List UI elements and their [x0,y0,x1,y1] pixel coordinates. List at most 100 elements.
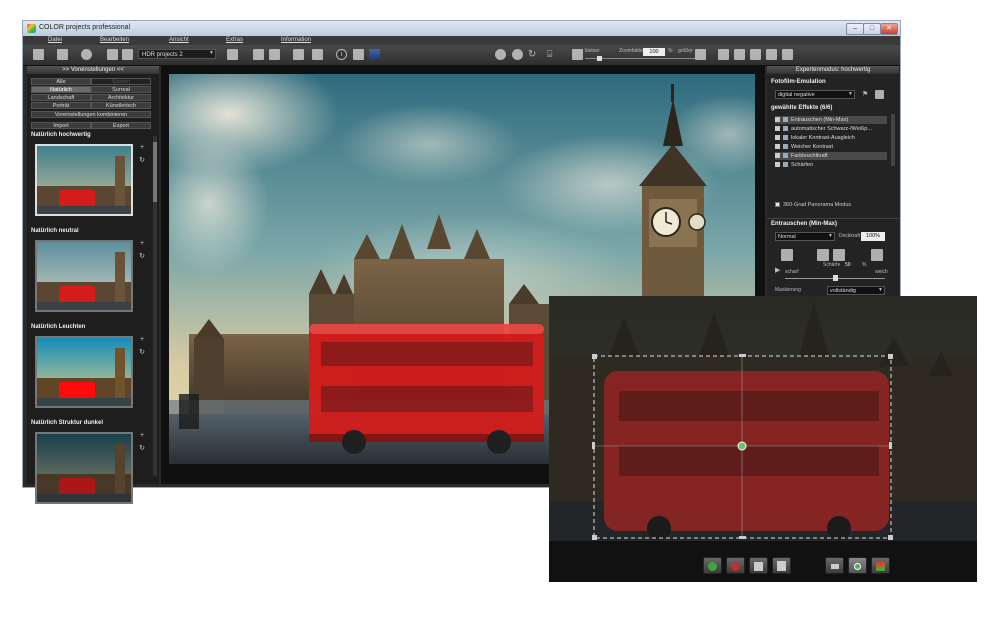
effect-row[interactable]: Entrauschen (Min-Max) [775,116,887,124]
eye-icon[interactable] [495,49,506,60]
export-icon[interactable] [122,49,133,60]
film-select[interactable]: digital negative [775,90,855,99]
menu-ansicht[interactable]: Ansicht [169,37,189,43]
loupe-icon[interactable] [512,49,523,60]
category-szenen[interactable]: Szenen [91,78,151,85]
fit-icon[interactable] [718,49,729,60]
refresh-preset-icon[interactable]: ↻ [139,252,145,260]
add-mask-green-icon[interactable] [703,557,722,574]
camera-icon[interactable] [353,49,364,60]
add-preset-icon[interactable]: + [139,144,145,151]
effect-label: lokaler Kontrast-Ausgleich [791,135,855,141]
refresh-preset-icon[interactable]: ↻ [139,348,145,356]
presenter-icon[interactable] [766,49,777,60]
category-architektur[interactable]: Architektur [91,94,151,101]
menu-extras[interactable]: Extras [226,37,243,43]
checkbox-checked-icon[interactable] [775,153,780,159]
menu-datei[interactable]: Datei [48,37,62,43]
zoom-slider-thumb[interactable] [597,56,602,61]
menu-bearbeiten[interactable]: Bearbeiten [100,37,129,43]
save-icon[interactable] [107,49,118,60]
add-preset-icon[interactable]: + [139,336,145,343]
masking-label: Maskierung [775,287,801,293]
columns-icon[interactable] [312,49,323,60]
category-natuerlich[interactable]: Natürlich [31,86,91,93]
checkbox-checked-icon[interactable] [775,162,780,168]
preset-edit-icon[interactable] [227,49,238,60]
add-mask-red-icon[interactable] [726,557,745,574]
effect-label: Farbleuchtkraft [791,153,828,159]
masking-select[interactable]: vollständig [827,286,885,295]
add-preset-icon[interactable]: + [139,240,145,247]
refresh-preset-icon[interactable]: ↻ [139,156,145,164]
opacity-input[interactable]: 100% [861,232,885,241]
minimize-button[interactable]: – [846,23,864,35]
preset-thumbnail[interactable] [35,144,133,216]
histogram-icon[interactable] [369,49,380,60]
effect-icon [783,144,788,150]
preset-thumbnail[interactable] [35,240,133,312]
comment-icon[interactable] [782,49,793,60]
panorama-checkbox[interactable]: 360-Grad Panorama Modus [775,202,851,208]
mask-color-icon[interactable] [871,557,890,574]
refresh-preset-icon[interactable]: ↻ [139,444,145,452]
checkbox-checked-icon[interactable] [775,144,780,150]
preset-thumbnail[interactable] [35,336,133,408]
preset-thumbnail[interactable] [35,432,133,504]
import-button[interactable]: Import [31,122,91,129]
presets-panel: >> Voreinstellungen << Alle Szenen Natür… [27,66,159,504]
zoom-in-icon[interactable] [695,49,706,60]
category-landschaft[interactable]: Landschaft [31,94,91,101]
category-kuenstlerisch[interactable]: Künstlerisch [91,102,151,109]
panel-icon[interactable] [750,49,761,60]
checkbox-icon[interactable] [775,202,780,208]
play-icon[interactable]: ▶ [775,266,780,274]
layout-icon[interactable] [734,49,745,60]
effect-row[interactable]: Schärfen [775,161,887,169]
blend-mode-select[interactable]: Normal [775,232,835,241]
effect-row[interactable]: Weicher Kontrast [775,143,887,151]
checkbox-checked-icon[interactable] [775,126,780,132]
preset-title: Natürlich neutral [31,228,79,234]
mask-detail-view[interactable] [549,296,977,582]
export-button[interactable]: Export [91,122,151,129]
sharpness-slider-thumb[interactable] [833,275,838,281]
maximize-button[interactable]: □ [863,23,881,35]
close-button[interactable]: ✕ [880,23,898,35]
checkbox-checked-icon[interactable] [775,117,780,123]
palette-icon[interactable] [81,49,92,60]
checkbox-checked-icon[interactable] [775,135,780,141]
mask-clear-icon[interactable] [871,249,883,261]
effect-row[interactable]: lokaler Kontrast-Ausgleich [775,134,887,142]
zoom-out-icon[interactable] [572,49,583,60]
category-alle[interactable]: Alle [31,78,91,85]
crop-icon[interactable]: ⌸ [547,49,558,60]
mask-rect-icon[interactable] [825,557,844,574]
flag-icon[interactable]: ⚑ [862,90,871,99]
effect-row[interactable]: Farbleuchtkraft [775,152,887,160]
preset-select[interactable]: HDR projects 2 [138,49,216,59]
rotate-icon[interactable]: ↻ [528,49,539,60]
add-preset-icon[interactable]: + [139,432,145,439]
image-icon[interactable] [253,49,264,60]
copy-mask-icon[interactable] [749,557,768,574]
effects-scrollbar[interactable] [891,114,895,166]
zoom-input[interactable]: 100 [643,48,665,56]
new-icon[interactable] [33,49,44,60]
menu-information[interactable]: Information [281,37,311,43]
open-icon[interactable] [57,49,68,60]
mask-add-icon[interactable] [781,249,793,261]
mask-point-icon[interactable] [848,557,867,574]
mask-list-icon[interactable] [772,557,791,574]
split-view-icon[interactable] [293,49,304,60]
mask-brush-icon[interactable] [817,249,829,261]
effect-row[interactable]: automatischer Schwarz-/Weißp... [775,125,887,133]
mask-invert-icon[interactable] [833,249,845,261]
category-surreal[interactable]: Surreal [91,86,151,93]
info-icon[interactable]: i [336,49,347,60]
film-settings-icon[interactable] [875,90,884,99]
category-portraet[interactable]: Porträt [31,102,91,109]
compare-icon[interactable] [269,49,280,60]
presets-scrollbar-thumb[interactable] [153,142,157,202]
combine-presets-button[interactable]: Voreinstellungen kombinieren [31,111,151,118]
